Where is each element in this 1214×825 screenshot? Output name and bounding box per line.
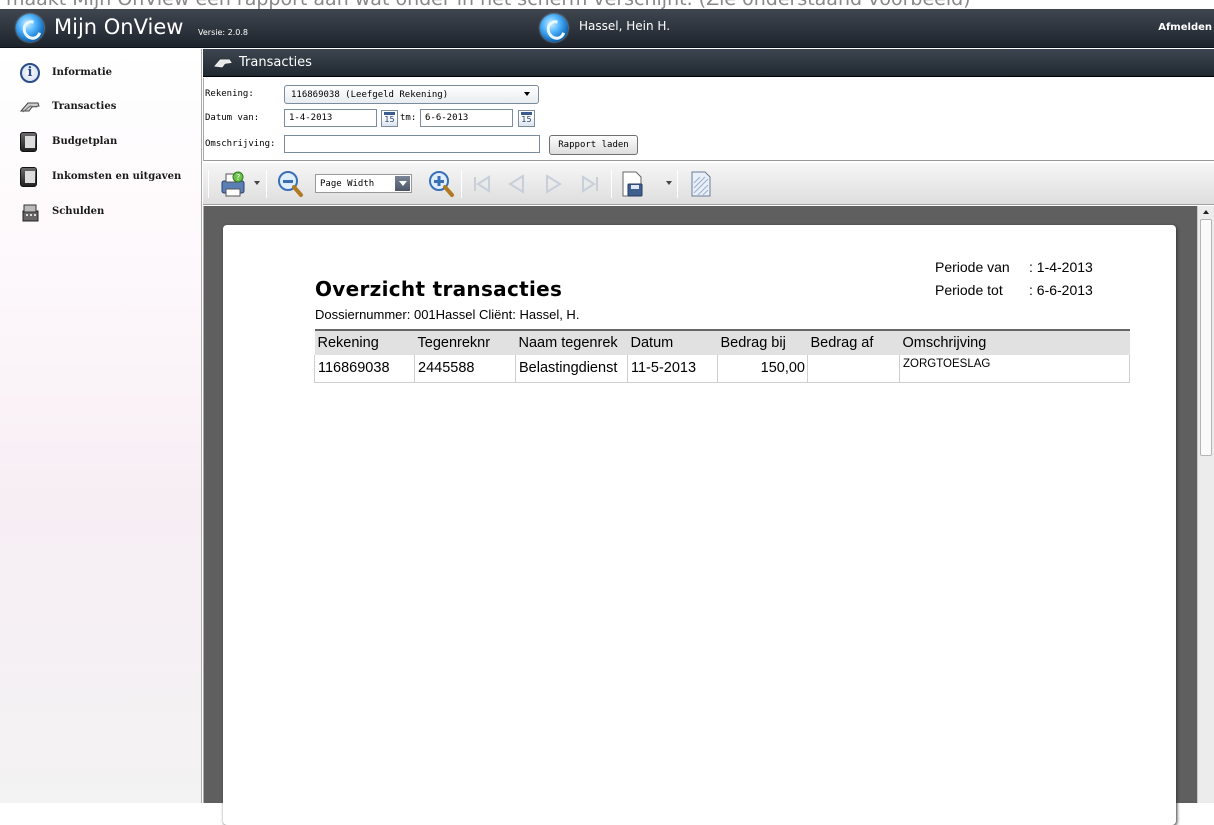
report-title: Overzicht transacties [315, 277, 563, 301]
cell-rekening: 116869038 [314, 355, 415, 383]
book-icon [20, 132, 37, 152]
chevron-down-icon [395, 176, 410, 191]
rapport-laden-button[interactable]: Rapport laden [549, 135, 638, 155]
sidebar-item-budgetplan[interactable]: Budgetplan [0, 125, 201, 157]
calendar-icon[interactable]: 15 [381, 110, 398, 127]
zoom-out-icon[interactable] [275, 169, 305, 199]
column-header: Rekening [314, 330, 415, 355]
page-setup-icon[interactable] [686, 169, 716, 199]
user-name: Hassel, Hein H. [579, 19, 671, 33]
chevron-down-icon [524, 92, 530, 96]
filter-form: Rekening: 116869038 (Leefgeld Rekening) … [203, 78, 1214, 161]
zoom-select[interactable]: Page Width [315, 174, 412, 193]
toolbar-separator [611, 170, 612, 198]
sidebar-item-label: Budgetplan [52, 136, 118, 147]
info-icon: i [20, 63, 40, 83]
section-header: Transacties [203, 49, 1214, 77]
period-to-label: Periode tot [935, 282, 1003, 298]
report-viewer: Periode van : 1-4-2013 Periode tot : 6-6… [203, 206, 1214, 825]
hand-icon [214, 59, 232, 68]
export-icon[interactable] [617, 169, 647, 199]
datum-van-label: Datum van: [205, 113, 260, 123]
cell-tegenreknr: 2445588 [414, 355, 516, 383]
cell-naam-tegenrek: Belastingdienst [515, 355, 628, 383]
sidebar-item-inkomsten-en-uitgaven[interactable]: Inkomsten en uitgaven [0, 160, 201, 192]
print-dropdown-caret[interactable] [254, 181, 260, 185]
first-page-icon[interactable] [467, 169, 497, 199]
column-header: Naam tegenrek [515, 330, 628, 355]
version-label: Versie: 2.0.8 [198, 28, 248, 37]
cell-omschrijving: ZORGTOESLAG [899, 355, 1130, 383]
period-to-value: : 6-6-2013 [1029, 282, 1093, 298]
sidebar: i Informatie Transacties Budgetplan Inko… [0, 49, 202, 803]
next-page-icon[interactable] [539, 169, 569, 199]
toolbar-separator [208, 170, 209, 198]
period-from: Periode van : 1-4-2013 [935, 259, 1093, 275]
sidebar-item-informatie[interactable]: i Informatie [0, 56, 201, 88]
sidebar-item-transacties[interactable]: Transacties [0, 90, 201, 122]
logout-link[interactable]: Afmelden [1158, 22, 1212, 33]
table-header-row: Rekening Tegenreknr Naam tegenrek Datum … [314, 330, 1130, 355]
calendar-icon[interactable]: 15 [518, 110, 535, 127]
period-from-value: : 1-4-2013 [1029, 259, 1093, 275]
app-title: Mijn OnView [54, 15, 184, 39]
toolbar-separator [266, 170, 267, 198]
omschrijving-label: Omschrijving: [205, 139, 276, 149]
period-from-label: Periode van [935, 259, 1010, 275]
toolbar-separator [677, 170, 678, 198]
cell-bedrag-bij: 150,00 [717, 355, 808, 383]
sidebar-item-label: Transacties [52, 101, 117, 112]
sidebar-item-label: Inkomsten en uitgaven [52, 171, 182, 182]
column-header: Bedrag bij [717, 330, 808, 355]
sidebar-item-label: Informatie [52, 67, 113, 78]
omschrijving-field[interactable] [284, 135, 540, 153]
tm-label: tm: [400, 113, 417, 123]
toolbar-separator [461, 170, 462, 198]
report-subtitle: Dossiernummer: 001Hassel Cliënt: Hassel,… [315, 307, 580, 322]
book-icon [20, 167, 37, 187]
cell-bedrag-af [807, 355, 900, 383]
sidebar-item-label: Schulden [52, 206, 105, 217]
rekening-label: Rekening: [205, 89, 254, 99]
period-to: Periode tot : 6-6-2013 [935, 282, 1093, 298]
print-icon[interactable]: ? [218, 169, 248, 199]
report-page: Periode van : 1-4-2013 Periode tot : 6-6… [223, 225, 1176, 825]
previous-page-icon[interactable] [501, 169, 531, 199]
cell-datum: 11-5-2013 [627, 355, 718, 383]
rekening-select[interactable]: 116869038 (Leefgeld Rekening) [284, 85, 539, 104]
vertical-scrollbar[interactable] [1197, 206, 1214, 803]
transactions-table: Rekening Tegenreknr Naam tegenrek Datum … [314, 329, 1130, 383]
column-header: Datum [627, 330, 718, 355]
svg-text:?: ? [236, 173, 240, 182]
sidebar-item-schulden[interactable]: Schulden [0, 195, 201, 227]
rekening-selected-value: 116869038 (Leefgeld Rekening) [291, 90, 449, 100]
datum-van-field[interactable]: 1-4-2013 [284, 109, 377, 127]
column-header: Bedrag af [807, 330, 900, 355]
top-bar: Mijn OnView Versie: 2.0.8 Hassel, Hein H… [0, 9, 1214, 48]
column-header: Omschrijving [899, 330, 1130, 355]
export-dropdown-caret[interactable] [666, 181, 672, 185]
section-title: Transacties [239, 55, 312, 70]
stack-icon [22, 204, 39, 222]
last-page-icon[interactable] [575, 169, 605, 199]
report-toolbar: ? Page Width [203, 163, 1214, 205]
scrollbar-thumb[interactable] [1200, 219, 1212, 456]
table-row: 116869038 2445588 Belastingdienst 11-5-2… [314, 355, 1130, 383]
datum-tm-field[interactable]: 6-6-2013 [420, 109, 513, 127]
zoom-in-icon[interactable] [426, 169, 456, 199]
hand-icon [20, 102, 40, 113]
zoom-select-value: Page Width [320, 179, 375, 189]
app-logo-icon [16, 14, 44, 42]
scroll-up-icon[interactable] [1203, 210, 1209, 214]
user-logo-icon [540, 14, 568, 42]
column-header: Tegenreknr [414, 330, 516, 355]
